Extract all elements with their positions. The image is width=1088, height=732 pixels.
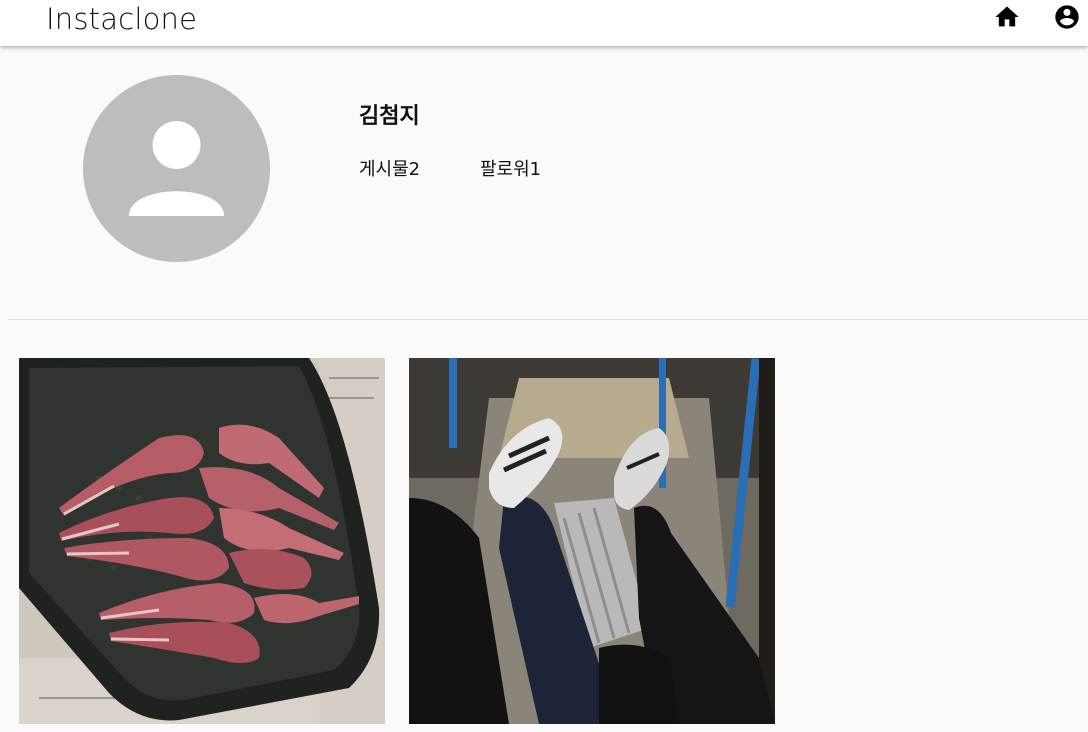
account-circle-icon xyxy=(1055,5,1079,29)
person-icon xyxy=(129,121,224,216)
followers-count[interactable]: 팔로워1 xyxy=(480,155,541,181)
post-thumbnail-1[interactable] xyxy=(19,358,385,724)
post-image-bus-suitcase xyxy=(409,358,775,724)
app-bar: Instaclone xyxy=(0,0,1088,46)
post-thumbnail-2[interactable] xyxy=(409,358,775,724)
divider xyxy=(8,319,1088,320)
home-button[interactable] xyxy=(993,3,1021,31)
profile-header: 김첨지 게시물2 팔로워1 xyxy=(0,46,1088,320)
posts-count: 게시물2 xyxy=(359,159,421,180)
avatar xyxy=(83,75,270,262)
profile-username: 김첨지 xyxy=(359,104,420,129)
post-image-lamb-chops xyxy=(19,358,385,724)
app-title[interactable]: Instaclone xyxy=(46,2,197,36)
account-button[interactable] xyxy=(1053,3,1081,31)
home-icon xyxy=(995,6,1019,27)
